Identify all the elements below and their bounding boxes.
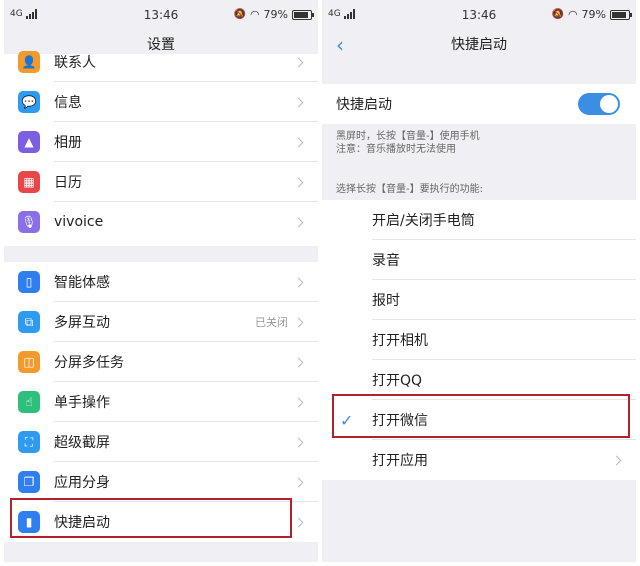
option-item-6[interactable]: 打开应用 xyxy=(322,440,636,480)
settings-item-group2-4[interactable]: ⛶ 超级截屏 xyxy=(4,422,318,462)
quick-launch-toggle[interactable] xyxy=(578,93,620,115)
message-icon: 💬 xyxy=(18,91,40,113)
chevron-right-icon xyxy=(293,437,304,447)
section-label: 选择长按【音量-】要执行的功能: xyxy=(336,184,483,195)
settings-item-group1-1[interactable]: 💬 信息 xyxy=(4,82,318,122)
wifi-icon: ◠ xyxy=(249,8,260,21)
settings-item-label: 分屏多任务 xyxy=(54,355,124,371)
settings-item-label: 信息 xyxy=(54,95,82,111)
settings-item-group2-3[interactable]: ☝ 单手操作 xyxy=(4,382,318,422)
back-arrow-icon[interactable]: ‹ xyxy=(336,30,344,60)
chevron-right-icon xyxy=(293,317,304,327)
mute-icon: 🔕 xyxy=(233,9,246,20)
status-bar: 4G 13:46 🔕 ◠ 79% xyxy=(4,0,318,30)
chevron-right-icon xyxy=(611,455,622,465)
option-label: 打开应用 xyxy=(372,453,428,469)
battery-icon xyxy=(292,9,314,20)
calendar-icon: ▦ xyxy=(18,171,40,193)
contacts-icon: 👤 xyxy=(18,51,40,73)
chevron-right-icon xyxy=(293,397,304,407)
settings-item-label: 联系人 xyxy=(54,55,96,71)
settings-item-label: 相册 xyxy=(54,135,82,151)
option-item-0[interactable]: 开启/关闭手电筒 xyxy=(322,200,636,240)
microphone-icon: 🎙 xyxy=(18,211,40,233)
chevron-right-icon xyxy=(293,477,304,487)
status-value: 已关闭 xyxy=(255,316,288,329)
chevron-right-icon xyxy=(293,137,304,147)
chevron-right-icon xyxy=(293,97,304,107)
one-hand-icon: ☝ xyxy=(18,391,40,413)
highlight-box xyxy=(332,394,630,438)
option-list: 开启/关闭手电筒 录音 报时 打开相机 打开QQ ✓ 打开微信 打开应用 xyxy=(322,200,636,480)
settings-item-group1-2[interactable]: ▲ 相册 xyxy=(4,122,318,162)
page-title: ‹ 快捷启动 xyxy=(322,30,636,64)
chevron-right-icon xyxy=(293,217,304,227)
settings-item-group2-0[interactable]: ▯ 智能体感 xyxy=(4,262,318,302)
chevron-right-icon xyxy=(293,177,304,187)
settings-item-label: 单手操作 xyxy=(54,395,110,411)
split-screen-icon: ◫ xyxy=(18,351,40,373)
app-clone-icon: ❐ xyxy=(18,471,40,493)
settings-item-group1-0[interactable]: 👤 联系人 xyxy=(4,42,318,82)
album-icon: ▲ xyxy=(18,131,40,153)
settings-item-label: 日历 xyxy=(54,175,82,191)
hint-text-1: 黑屏时，长按【音量-】使用手机 xyxy=(336,131,480,142)
settings-item-group1-3[interactable]: ▦ 日历 xyxy=(4,162,318,202)
highlight-box xyxy=(10,498,292,538)
settings-item-group2-2[interactable]: ◫ 分屏多任务 xyxy=(4,342,318,382)
option-item-2[interactable]: 报时 xyxy=(322,280,636,320)
status-bar: 4G 13:46 🔕 ◠ 79% xyxy=(322,0,636,30)
screenshot-icon: ⛶ xyxy=(18,431,40,453)
settings-item-label: 多屏互动 xyxy=(54,315,110,331)
chevron-right-icon xyxy=(293,277,304,287)
settings-item-group1-4[interactable]: 🎙 vivoice xyxy=(4,202,318,242)
battery-percent: 79% xyxy=(581,8,606,21)
battery-icon xyxy=(610,9,632,20)
settings-screen: 4G 13:46 🔕 ◠ 79% 设置 👤 联系人 💬 信息 ▲ 相册 ▦ 日历 🎙 vivoic… xyxy=(4,0,318,562)
battery-percent: 79% xyxy=(263,8,288,21)
quick-launch-screen: 4G 13:46 🔕 ◠ 79% ‹ 快捷启动 快捷启动 黑屏时，长按【音量-】… xyxy=(322,0,636,562)
chevron-right-icon xyxy=(293,517,304,527)
option-label: 打开相机 xyxy=(372,333,428,349)
chevron-right-icon xyxy=(293,57,304,67)
hint-text-2: 注意：音乐播放时无法使用 xyxy=(336,144,456,155)
wifi-icon: ◠ xyxy=(567,8,578,21)
settings-item-label: 应用分身 xyxy=(54,475,110,491)
settings-item-label: vivoice xyxy=(54,214,104,230)
option-item-1[interactable]: 录音 xyxy=(322,240,636,280)
settings-item-group2-5[interactable]: ❐ 应用分身 xyxy=(4,462,318,502)
multi-screen-icon: ⧉ xyxy=(18,311,40,333)
option-item-3[interactable]: 打开相机 xyxy=(322,320,636,360)
chevron-right-icon xyxy=(293,357,304,367)
option-label: 开启/关闭手电筒 xyxy=(372,213,475,229)
quick-launch-toggle-row[interactable]: 快捷启动 xyxy=(322,84,636,124)
option-label: 打开QQ xyxy=(372,373,423,389)
option-label: 报时 xyxy=(372,293,400,309)
settings-item-group2-1[interactable]: ⧉ 多屏互动 已关闭 xyxy=(4,302,318,342)
settings-item-label: 超级截屏 xyxy=(54,435,110,451)
page-title-text: 快捷启动 xyxy=(451,37,507,53)
mute-icon: 🔕 xyxy=(551,9,564,20)
settings-item-label: 智能体感 xyxy=(54,275,110,291)
phone-motion-icon: ▯ xyxy=(18,271,40,293)
toggle-label: 快捷启动 xyxy=(336,97,392,113)
option-label: 录音 xyxy=(372,253,400,269)
settings-group-apps: 👤 联系人 💬 信息 ▲ 相册 ▦ 日历 🎙 vivoice xyxy=(4,51,318,246)
